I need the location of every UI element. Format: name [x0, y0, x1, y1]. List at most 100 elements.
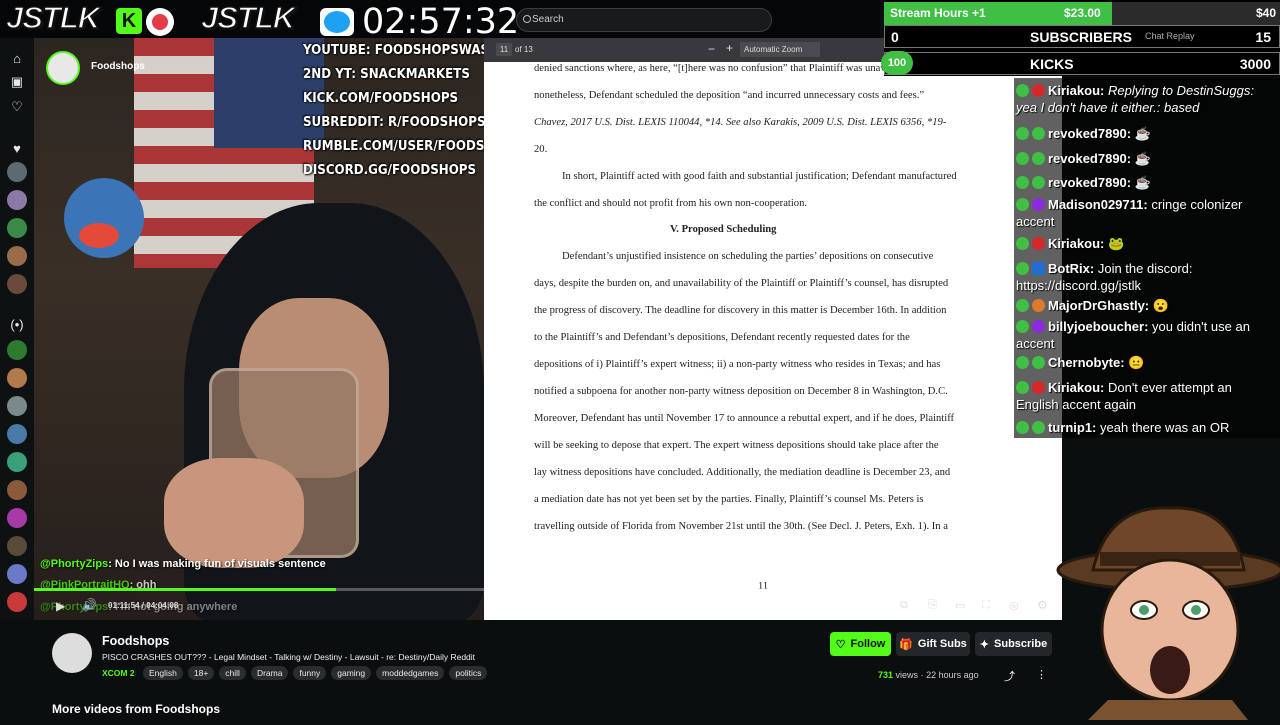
overlay-chat-line: @PhortyZips: No I was making fun of visu… [40, 558, 326, 570]
share-icon[interactable]: ⤴ [1004, 668, 1015, 684]
subscribe-button[interactable]: ✦ Subscribe [975, 632, 1052, 656]
chat-username[interactable]: revoked7890: [1048, 175, 1131, 190]
followed-channel-avatar[interactable] [7, 190, 27, 210]
tag[interactable]: 18+ [187, 666, 215, 680]
chat-username[interactable]: revoked7890: [1048, 126, 1131, 141]
picture-in-picture-icon[interactable]: ⧉ [900, 599, 908, 612]
stream-hours-current: $23.00 [1064, 6, 1101, 20]
tag[interactable]: Drama [250, 666, 289, 680]
chat-message: Chernobyte: 😐 [1016, 354, 1278, 371]
gift-subs-button[interactable]: 🎁 Gift Subs [896, 632, 970, 656]
goals-widget: Stream Hours +1 $23.00 $40 0 SUBSCRIBERS… [881, 0, 1280, 76]
zoom-select[interactable]: Automatic Zoom [740, 42, 820, 57]
play-icon[interactable]: ▶ [56, 599, 65, 613]
doc-line: In short, Plaintiff acted with good fait… [562, 171, 957, 182]
tag[interactable]: moddedgames [376, 666, 445, 680]
doc-line: travelling outside of Florida from Novem… [534, 521, 948, 532]
theater-mode-icon[interactable]: ▭ [955, 599, 965, 612]
doc-line: days, despite the burden on, and unavail… [534, 278, 949, 289]
recommended-channel-avatar[interactable] [7, 368, 27, 388]
recommended-channel-avatar[interactable] [7, 480, 27, 500]
kicks-goal: 100 Chat Replay KICKS 3000 [881, 31, 1280, 75]
recommended-channel-avatar[interactable] [7, 536, 27, 556]
social-discord: DISCORD.GG/FOODSHOPS [303, 162, 477, 178]
search-input[interactable]: Search [516, 8, 772, 32]
zoom-out-icon[interactable]: − [708, 42, 715, 56]
kicks-label: KICKS [1030, 56, 1074, 72]
category-link[interactable]: XCOM 2 [102, 668, 135, 678]
clip-icon[interactable]: ⎘ [928, 599, 937, 612]
chat-username[interactable]: Madison029711: [1048, 197, 1148, 212]
pdf-page-total: of 13 [515, 45, 533, 54]
channel-avatar[interactable] [52, 633, 92, 673]
followed-channel-avatar[interactable] [7, 274, 27, 294]
following-icon[interactable]: ♡ [7, 97, 27, 117]
doc-line: notified a subpoena for another non-part… [534, 386, 948, 397]
channel-name[interactable]: Foodshops [102, 634, 169, 648]
doc-line: Defendant’s unjustified insistence on sc… [562, 251, 934, 262]
doc-line: Moreover, Defendant has until November 1… [534, 413, 955, 424]
recommended-channel-avatar[interactable] [7, 452, 27, 472]
doc-line: a mediation date has not yet been set by… [534, 494, 924, 505]
doc-line: depositions of i) Plaintiff’s expert wit… [534, 359, 941, 370]
chat-username[interactable]: revoked7890: [1048, 151, 1131, 166]
quality-icon[interactable]: ◎ [1009, 599, 1019, 612]
cartoon-character-overlay [1048, 500, 1280, 720]
tag[interactable]: funny [293, 666, 327, 680]
views-label: views [895, 670, 919, 680]
followed-channel-avatar[interactable] [7, 162, 27, 182]
emote-icon: 😐 [1128, 355, 1145, 370]
chat-username[interactable]: turnip1: [1048, 420, 1096, 435]
tag[interactable]: gaming [331, 666, 372, 680]
emote-icon: ☕ [1134, 151, 1151, 166]
pdf-document: 11 of 13 − + Automatic Zoom denied sanct… [484, 38, 1062, 620]
tag[interactable]: politics [449, 666, 488, 680]
followed-channel-avatar[interactable] [7, 218, 27, 238]
followed-heart-icon: ♥ [13, 140, 21, 156]
channel-avatar[interactable] [46, 51, 80, 85]
star-icon: ✦ [979, 638, 990, 651]
doc-line: will be seeking to depose that expert. T… [534, 440, 939, 451]
recommended-channel-avatar[interactable] [7, 592, 27, 612]
doc-line: 20. [534, 144, 548, 155]
social-second-youtube: 2ND YT: SNACKMARKETS [303, 66, 470, 82]
chat-username[interactable]: Kiriakou: [1048, 83, 1104, 98]
zoom-in-icon[interactable]: + [726, 41, 733, 55]
player-time: 01:11:54 / 04:04:08 [108, 601, 179, 610]
recommended-channel-avatar[interactable] [7, 564, 27, 584]
chat-username[interactable]: billyjoeboucher: [1048, 319, 1148, 334]
time-ago: 22 hours ago [926, 670, 979, 680]
fullscreen-icon[interactable]: ⛶ [982, 599, 990, 612]
search-placeholder: Search [532, 14, 564, 25]
chat-username[interactable]: Kiriakou: [1048, 380, 1104, 395]
chat-username[interactable]: BotRix: [1048, 261, 1094, 276]
tag[interactable]: English [142, 666, 183, 680]
gift-subs-label: Gift Subs [917, 638, 967, 650]
chat-username[interactable]: Kiriakou: [1048, 236, 1104, 251]
recommended-channel-avatar[interactable] [7, 424, 27, 444]
doc-line: the progress of discovery. The deadline … [534, 305, 947, 316]
follow-button[interactable]: ♡ Follow [830, 632, 891, 656]
overlay-chat-text: : No I was making fun of visuals sentenc… [108, 558, 326, 570]
kicks-target: 3000 [1239, 56, 1271, 72]
chat-message: revoked7890: ☕ [1016, 150, 1278, 167]
recommended-channel-avatar[interactable] [7, 508, 27, 528]
progress-track[interactable] [34, 588, 1062, 591]
tag[interactable]: chill [219, 666, 246, 680]
stream-title: PISCO CRASHES OUT??? - Legal Mindset - T… [102, 652, 476, 662]
chat-username[interactable]: Chernobyte: [1048, 355, 1125, 370]
home-icon[interactable]: ⌂ [7, 48, 27, 68]
browse-icon[interactable]: ▣ [7, 72, 27, 92]
doc-line: lay witness depositions have concluded. … [534, 467, 951, 478]
settings-gear-icon[interactable]: ⚙ [1037, 598, 1048, 612]
recommended-channel-avatar[interactable] [7, 396, 27, 416]
subscribers-current: 0 [891, 29, 899, 45]
recommended-channel-avatar[interactable] [7, 340, 27, 360]
chat-username[interactable]: MajorDrGhastly: [1048, 298, 1149, 313]
subscribers-label: SUBSCRIBERS [1030, 29, 1132, 45]
pdf-page-input[interactable]: 11 [496, 43, 512, 56]
webcam-channel-label: Foodshops [91, 61, 145, 72]
followed-channel-avatar[interactable] [7, 246, 27, 266]
volume-icon[interactable]: 🔊 [82, 598, 97, 612]
more-options-icon[interactable]: ⋮ [1036, 668, 1047, 681]
